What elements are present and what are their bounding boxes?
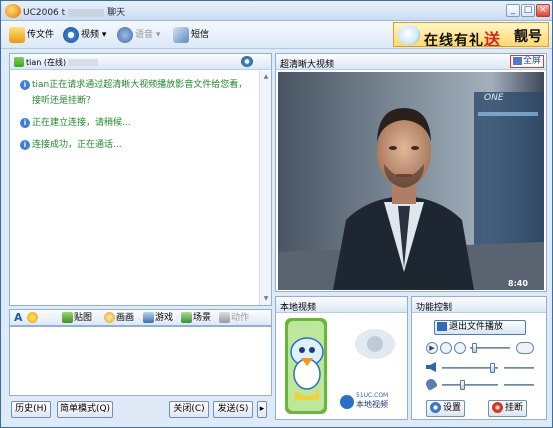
scene-icon bbox=[181, 312, 192, 323]
brand-label: 本地视频 bbox=[356, 399, 388, 409]
camera-icon[interactable] bbox=[241, 56, 253, 67]
minimize-button[interactable]: _ bbox=[506, 4, 520, 17]
draw-icon bbox=[104, 312, 115, 323]
send-button[interactable]: 发送(S) bbox=[213, 401, 253, 418]
settings-icon bbox=[430, 402, 441, 413]
site-label: 51UC.COM bbox=[356, 392, 388, 399]
game-icon bbox=[143, 312, 154, 323]
stop-icon[interactable] bbox=[440, 342, 452, 354]
video-screen[interactable]: ONE 8:40 bbox=[278, 72, 544, 290]
playback-options-icon[interactable] bbox=[516, 342, 534, 354]
simple-mode-button[interactable]: 简单模式(Q) bbox=[57, 401, 113, 418]
input-toolbar: A 贴图 画画 游戏 场景 动作 bbox=[9, 309, 272, 326]
video-dropdown-arrow-icon[interactable]: ▾ bbox=[102, 30, 107, 40]
channel-logo: ONE bbox=[484, 93, 504, 103]
info-icon: i bbox=[20, 118, 30, 128]
close-button[interactable]: 关闭(C) bbox=[169, 401, 209, 418]
video-frame: ONE 8:40 bbox=[278, 72, 544, 290]
video-panel: 超清晰大视频 全屏 ONE 8:40 bbox=[275, 53, 547, 292]
sms-button[interactable]: 短信 bbox=[173, 26, 209, 44]
fullscreen-icon bbox=[512, 56, 522, 65]
sms-label: 短信 bbox=[191, 30, 210, 40]
chat-history-panel: tian (在线) i tian正在请求通过超清晰大视频播放影音文件给您看，接听还… bbox=[9, 53, 272, 306]
voice-button[interactable]: 语音 ▾ bbox=[117, 26, 160, 44]
promo-banner[interactable]: 在线有礼送 靓号 bbox=[393, 22, 549, 47]
banner-text: 在线有礼送 bbox=[424, 30, 502, 47]
sticker-button[interactable]: 贴图 bbox=[62, 312, 92, 324]
app-logo-icon bbox=[5, 4, 21, 18]
chat-scrollbar[interactable]: ▲ ▼ bbox=[259, 71, 271, 305]
mic-balance-slider[interactable] bbox=[504, 384, 534, 386]
message-input[interactable] bbox=[9, 326, 272, 396]
exit-playback-icon bbox=[437, 322, 447, 331]
exit-playback-button[interactable]: 退出文件播放 bbox=[434, 320, 526, 335]
title-bar[interactable]: UC2006 t 聊天 _ □ × bbox=[1, 1, 552, 21]
scroll-up-icon[interactable]: ▲ bbox=[261, 72, 271, 82]
video-clock: 8:40 bbox=[508, 279, 528, 288]
contact-name: tian (在线) bbox=[26, 57, 99, 68]
redacted-text bbox=[68, 59, 99, 66]
window-title: UC2006 t 聊天 bbox=[23, 8, 126, 18]
hangup-icon bbox=[492, 402, 503, 413]
video-icon bbox=[63, 26, 79, 43]
video-button[interactable]: 视频 ▾ bbox=[63, 26, 106, 44]
game-button[interactable]: 游戏 bbox=[143, 312, 173, 324]
voice-label: 语音 bbox=[135, 30, 154, 40]
local-video-panel: 本地视频 51UC.COM 本地视频 bbox=[275, 296, 408, 420]
video-header: 超清晰大视频 全屏 bbox=[276, 54, 546, 70]
message-item: i 正在建立连接，请稍候... bbox=[20, 115, 255, 131]
contact-status-icon bbox=[14, 57, 24, 67]
sms-icon bbox=[173, 26, 189, 43]
draw-button[interactable]: 画画 bbox=[104, 312, 134, 324]
collapse-arrow-icon[interactable]: ▸ bbox=[257, 401, 267, 418]
message-item: i tian正在请求通过超清晰大视频播放影音文件给您看，接听还是挂断？ bbox=[20, 77, 255, 109]
send-file-button[interactable]: 传文件 bbox=[9, 26, 54, 44]
font-icon[interactable]: A bbox=[14, 312, 23, 324]
message-text: 正在建立连接，请稍候... bbox=[32, 118, 131, 128]
close-window-button[interactable]: × bbox=[536, 4, 550, 17]
mic-volume-slider[interactable] bbox=[442, 384, 498, 386]
message-list: i tian正在请求通过超清晰大视频播放影音文件给您看，接听还是挂断？ i 正在建立… bbox=[10, 71, 259, 305]
mascot-icon bbox=[398, 25, 420, 45]
emoticon-icon bbox=[27, 312, 38, 323]
record-icon[interactable] bbox=[454, 342, 466, 354]
voice-icon bbox=[117, 26, 133, 43]
info-icon: i bbox=[20, 80, 30, 90]
file-transfer-icon bbox=[9, 26, 25, 43]
playback-slider-thumb[interactable] bbox=[472, 343, 477, 353]
info-icon: i bbox=[20, 140, 30, 150]
chat-header: tian (在线) bbox=[10, 54, 271, 70]
speaker-icon[interactable] bbox=[426, 362, 436, 372]
message-text: 连接成功，正在通话... bbox=[32, 140, 122, 150]
local-video-placeholder: 51UC.COM 本地视频 bbox=[285, 318, 395, 414]
fullscreen-button[interactable]: 全屏 bbox=[509, 55, 544, 68]
chat-window: UC2006 t 聊天 _ □ × 传文件 视频 ▾ 语音 ▾ 短信 在线有礼送 … bbox=[0, 0, 553, 428]
sticker-icon bbox=[62, 312, 73, 323]
message-text: tian正在请求通过超清晰大视频播放影音文件给您看，接听还是挂断？ bbox=[32, 80, 248, 106]
settings-button[interactable]: 设置 bbox=[426, 400, 466, 417]
video-header-label: 超清晰大视频 bbox=[280, 60, 335, 70]
send-file-label: 传文件 bbox=[27, 30, 55, 40]
speaker-volume-thumb[interactable] bbox=[490, 363, 495, 373]
action-button[interactable]: 动作 bbox=[219, 312, 249, 324]
speaker-balance-slider[interactable] bbox=[504, 367, 534, 369]
video-label: 视频 bbox=[81, 30, 100, 40]
scroll-down-icon[interactable]: ▼ bbox=[261, 294, 271, 304]
emoticon-button[interactable] bbox=[27, 312, 39, 324]
scene-button[interactable]: 场景 bbox=[181, 312, 211, 324]
control-header: 功能控制 bbox=[412, 297, 546, 313]
play-icon[interactable]: ▶ bbox=[426, 342, 438, 354]
message-item: i 连接成功，正在通话... bbox=[20, 137, 255, 153]
mic-icon[interactable] bbox=[424, 377, 438, 391]
redacted-text bbox=[68, 8, 105, 17]
local-video-header: 本地视频 bbox=[276, 297, 407, 313]
mic-volume-thumb[interactable] bbox=[460, 380, 465, 390]
hangup-button[interactable]: 挂断 bbox=[488, 400, 528, 417]
voice-dropdown-arrow-icon[interactable]: ▾ bbox=[156, 30, 161, 40]
history-button[interactable]: 历史(H) bbox=[11, 401, 51, 418]
banner-text-end: 靓号 bbox=[514, 29, 542, 45]
function-control-panel: 功能控制 退出文件播放 ▶ 设置 挂断 bbox=[411, 296, 547, 420]
action-icon bbox=[219, 312, 230, 323]
maximize-button[interactable]: □ bbox=[521, 4, 535, 17]
